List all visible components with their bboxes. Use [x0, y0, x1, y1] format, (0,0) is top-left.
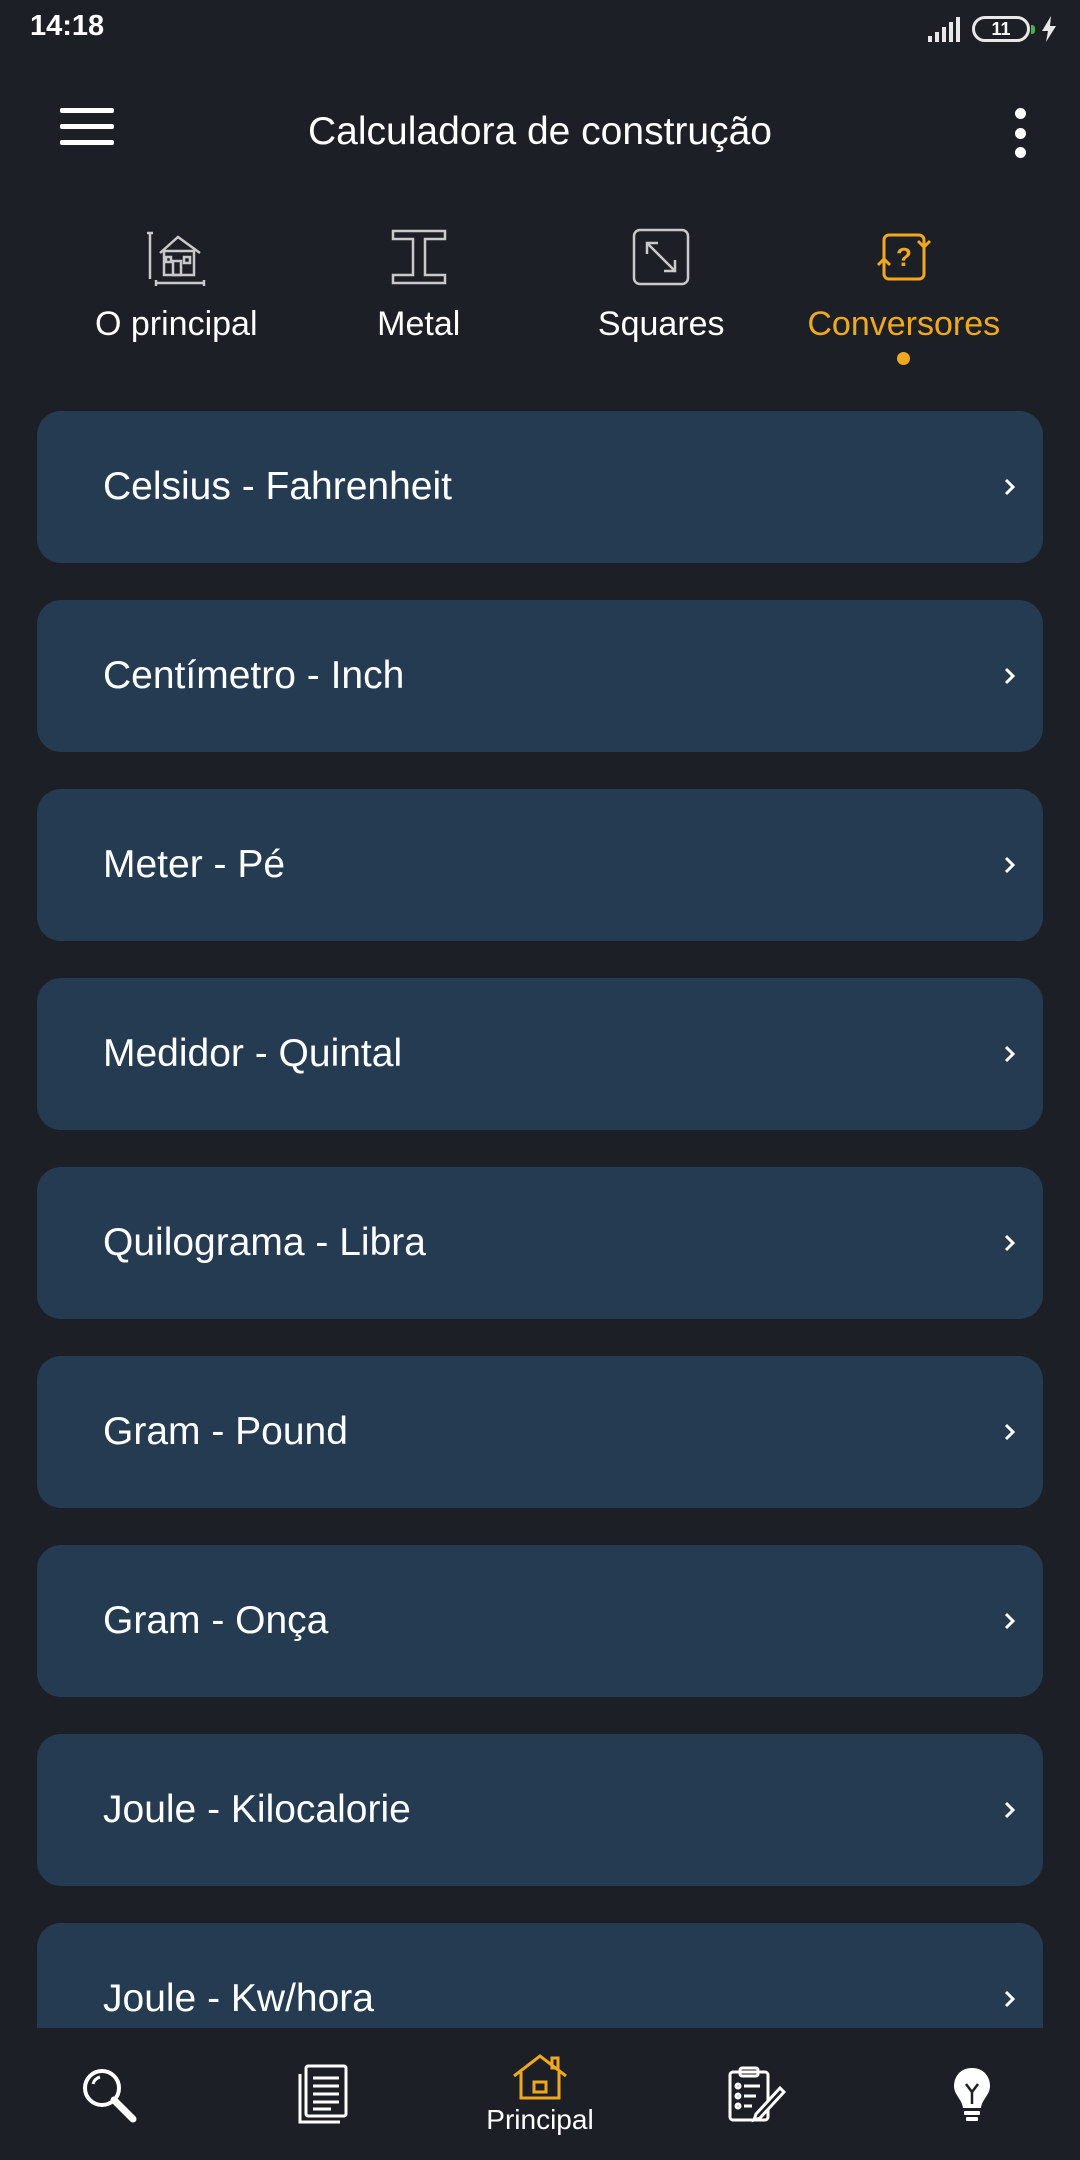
- tab-label: Squares: [597, 305, 725, 343]
- nav-documents[interactable]: [216, 2028, 432, 2160]
- tab-squares[interactable]: Squares: [540, 225, 783, 375]
- battery-icon: 11: [972, 16, 1035, 42]
- chevron-right-icon: [999, 472, 1021, 502]
- category-tabs: O principal Metal Squares ? Conversores: [0, 225, 1080, 375]
- tab-label: Conversores: [807, 305, 1001, 343]
- tab-label: O principal: [94, 305, 258, 343]
- chevron-right-icon: [999, 1228, 1021, 1258]
- list-item[interactable]: Joule - Kilocalorie: [37, 1734, 1043, 1886]
- charging-bolt-icon: [1040, 16, 1058, 42]
- battery-level: 11: [991, 18, 1011, 39]
- document-list-icon: [296, 2064, 352, 2124]
- status-bar: 14:18 11: [0, 0, 1080, 58]
- app-bar: Calculadora de construção: [0, 72, 1080, 192]
- list-item-label: Meter - Pé: [103, 843, 286, 886]
- list-item-label: Gram - Pound: [103, 1410, 348, 1453]
- search-icon: [78, 2064, 138, 2124]
- chevron-right-icon: [999, 1795, 1021, 1825]
- convert-question-icon: ?: [872, 225, 936, 289]
- chevron-right-icon: [999, 661, 1021, 691]
- list-item[interactable]: Gram - Pound: [37, 1356, 1043, 1508]
- lightbulb-icon: [950, 2064, 994, 2124]
- signal-icon: [928, 16, 962, 42]
- list-item[interactable]: Celsius - Fahrenheit: [37, 411, 1043, 563]
- active-tab-indicator: [897, 352, 911, 365]
- more-vertical-icon[interactable]: [1008, 108, 1032, 158]
- nav-tips[interactable]: [864, 2028, 1080, 2160]
- list-item-label: Joule - Kilocalorie: [103, 1788, 411, 1831]
- status-icons: 11: [928, 12, 1058, 46]
- svg-text:?: ?: [896, 242, 912, 272]
- nav-notes[interactable]: [648, 2028, 864, 2160]
- converter-list: Celsius - Fahrenheit Centímetro - Inch M…: [37, 411, 1043, 2028]
- list-item-label: Quilograma - Libra: [103, 1221, 426, 1264]
- app-title: Calculadora de construção: [308, 110, 772, 153]
- list-item-label: Medidor - Quintal: [103, 1032, 403, 1075]
- house-blueprint-icon: [144, 225, 208, 289]
- status-time: 14:18: [30, 10, 105, 42]
- list-item[interactable]: Centímetro - Inch: [37, 600, 1043, 752]
- chevron-right-icon: [999, 850, 1021, 880]
- clipboard-edit-icon: [726, 2064, 786, 2124]
- list-item-label: Centímetro - Inch: [103, 654, 405, 697]
- tab-metal[interactable]: Metal: [298, 225, 541, 375]
- list-item[interactable]: Gram - Onça: [37, 1545, 1043, 1697]
- chevron-right-icon: [999, 1039, 1021, 1069]
- list-item[interactable]: Meter - Pé: [37, 789, 1043, 941]
- list-item[interactable]: Medidor - Quintal: [37, 978, 1043, 1130]
- screen: 14:18 11 Calculadora de construção O pri…: [0, 0, 1080, 2160]
- chevron-right-icon: [999, 1417, 1021, 1447]
- home-icon: [510, 2052, 570, 2102]
- expand-diagonal-icon: [629, 225, 693, 289]
- nav-label: Principal: [486, 2104, 594, 2135]
- list-item-label: Gram - Onça: [103, 1599, 329, 1642]
- list-item-label: Celsius - Fahrenheit: [103, 465, 452, 508]
- bottom-navigation: Principal: [0, 2028, 1080, 2160]
- nav-principal[interactable]: Principal: [432, 2028, 648, 2160]
- list-item-label: Joule - Kw/hora: [103, 1977, 374, 2020]
- nav-search[interactable]: [0, 2028, 216, 2160]
- tab-o-principal[interactable]: O principal: [55, 225, 298, 375]
- list-item[interactable]: Joule - Kw/hora: [37, 1923, 1043, 2028]
- chevron-right-icon: [999, 1984, 1021, 2014]
- chevron-right-icon: [999, 1606, 1021, 1636]
- tab-label: Metal: [377, 305, 461, 343]
- tab-conversores[interactable]: ? Conversores: [783, 225, 1026, 375]
- i-beam-icon: [387, 225, 451, 289]
- list-item[interactable]: Quilograma - Libra: [37, 1167, 1043, 1319]
